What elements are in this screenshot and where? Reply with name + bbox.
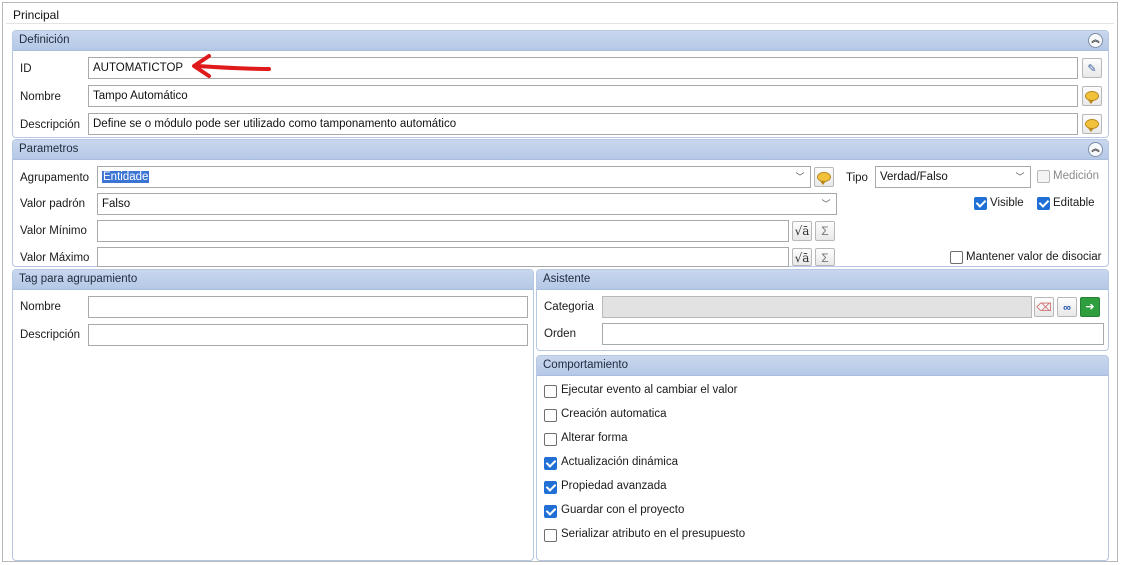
sqrt-formula-icon: √ā — [794, 224, 810, 238]
comportamiento-checkbox[interactable] — [544, 409, 557, 422]
id-action-button[interactable]: ✎ — [1082, 58, 1102, 78]
nombre-label: Nombre — [20, 91, 61, 103]
categoria-field[interactable] — [602, 296, 1032, 318]
valor-minimo-field[interactable] — [97, 220, 789, 242]
chevron-down-icon: ﹀ — [795, 172, 805, 182]
valor-maximo-field[interactable] — [97, 247, 789, 267]
comportamiento-item-label: Propiedad avanzada — [561, 480, 667, 492]
parametros-header-label: Parametros — [19, 143, 79, 155]
descripcion-label: Descripción — [20, 119, 81, 131]
tag-header-label: Tag para agrupamiento — [19, 273, 138, 285]
speech-bubble-icon — [1085, 91, 1099, 104]
id-value: AUTOMATICTOP — [93, 62, 184, 74]
mantener-checkbox[interactable] — [950, 251, 963, 264]
edit-wand-icon: ✎ — [1087, 63, 1097, 75]
tag-descripcion-label: Descripción — [20, 329, 81, 341]
main-window: Principal Definición ︽ ID AUTOMATICTOP ✎… — [2, 2, 1118, 562]
categoria-search-button[interactable]: ∞ — [1057, 297, 1077, 317]
categoria-go-button[interactable]: ➜ — [1080, 297, 1100, 317]
comportamiento-item-label: Alterar forma — [561, 432, 628, 444]
agrupamento-label: Agrupamento — [20, 172, 90, 184]
comportamiento-item-label: Ejecutar evento al cambiar el valor — [561, 384, 738, 396]
parametros-header: Parametros ︽ — [13, 140, 1108, 160]
parametros-panel: Parametros ︽ Agrupamento Entidade ﹀ Tipo… — [12, 139, 1109, 267]
asistente-panel: Asistente Categoria ⌫ ∞ ➜ Orden — [536, 269, 1109, 351]
asistente-header-label: Asistente — [543, 273, 591, 285]
valor-minimo-label: Valor Mínimo — [20, 225, 87, 237]
comportamiento-checkbox[interactable] — [544, 385, 557, 398]
tag-nombre-field[interactable] — [88, 296, 528, 318]
comportamiento-item-label: Actualización dinámica — [561, 456, 678, 468]
categoria-label: Categoria — [544, 301, 594, 313]
asistente-header: Asistente — [537, 270, 1108, 290]
sigma-icon: Σ — [821, 224, 829, 238]
tab-principal[interactable]: Principal — [13, 8, 59, 22]
valor-padron-label: Valor padrón — [20, 198, 85, 210]
agrupamento-value: Entidade — [102, 171, 150, 183]
eraser-icon: ⌫ — [1036, 302, 1052, 314]
tab-separator — [6, 23, 1114, 24]
annotation-arrow — [192, 54, 271, 78]
orden-label: Orden — [544, 328, 576, 340]
editable-checkbox[interactable] — [1037, 197, 1050, 210]
sigma-icon: Σ — [821, 251, 829, 265]
id-label: ID — [20, 63, 32, 75]
comportamiento-header: Comportamiento — [537, 356, 1108, 376]
orden-field[interactable] — [602, 323, 1104, 345]
tag-descripcion-field[interactable] — [88, 324, 528, 346]
descripcion-translate-button[interactable] — [1082, 114, 1102, 134]
nombre-translate-button[interactable] — [1082, 86, 1102, 106]
definicion-header-label: Definición — [19, 34, 70, 46]
sqrt-formula-icon: √ā — [794, 251, 810, 265]
valor-maximo-formula-button[interactable]: √ā — [792, 248, 812, 266]
descripcion-value: Define se o módulo pode ser utilizado co… — [93, 118, 457, 130]
comportamiento-checkbox[interactable] — [544, 529, 557, 542]
tag-nombre-label: Nombre — [20, 301, 61, 313]
comportamiento-item-label: Serializar atributo en el presupuesto — [561, 528, 746, 540]
valor-minimo-sum-button[interactable]: Σ — [815, 221, 835, 241]
valor-padron-select[interactable]: Falso ﹀ — [97, 193, 837, 215]
medicion-checkbox[interactable] — [1037, 170, 1050, 183]
descripcion-field[interactable]: Define se o módulo pode ser utilizado co… — [88, 113, 1078, 135]
definicion-header: Definición ︽ — [13, 31, 1108, 51]
comportamiento-item-label: Creación automatica — [561, 408, 667, 420]
nombre-field[interactable]: Tampo Automático — [88, 85, 1078, 107]
chevron-down-icon: ﹀ — [821, 199, 831, 209]
valor-minimo-formula-button[interactable]: √ā — [792, 221, 812, 241]
comportamiento-panel: Comportamiento Ejecutar evento al cambia… — [536, 355, 1109, 561]
medicion-label: Medición — [1053, 170, 1100, 182]
editable-label: Editable — [1053, 197, 1095, 209]
collapse-icon[interactable]: ︽ — [1088, 33, 1103, 48]
comportamiento-checkbox[interactable] — [544, 481, 557, 494]
comportamiento-checkbox[interactable] — [544, 457, 557, 470]
comportamiento-checkbox[interactable] — [544, 433, 557, 446]
comportamiento-header-label: Comportamiento — [543, 359, 629, 371]
agrupamento-select[interactable]: Entidade ﹀ — [97, 166, 811, 188]
tipo-label: Tipo — [846, 172, 868, 184]
green-arrow-icon: ➜ — [1085, 301, 1095, 313]
definicion-panel: Definición ︽ ID AUTOMATICTOP ✎ Nombre Ta… — [12, 30, 1109, 138]
visible-label: Visible — [990, 197, 1024, 209]
tipo-value: Verdad/Falso — [880, 171, 948, 183]
comportamiento-checkbox[interactable] — [544, 505, 557, 518]
tag-header: Tag para agrupamiento — [13, 270, 533, 290]
valor-padron-value: Falso — [102, 198, 131, 210]
valor-maximo-sum-button[interactable]: Σ — [815, 248, 835, 266]
collapse-icon[interactable]: ︽ — [1088, 142, 1103, 157]
mantener-label: Mantener valor de disociar — [966, 251, 1102, 263]
chevron-down-icon: ﹀ — [1015, 172, 1025, 182]
tipo-select[interactable]: Verdad/Falso ﹀ — [875, 166, 1031, 188]
agrupamento-translate-button[interactable] — [814, 167, 834, 187]
comportamiento-item-label: Guardar con el proyecto — [561, 504, 685, 516]
nombre-value: Tampo Automático — [93, 90, 188, 102]
visible-checkbox[interactable] — [974, 197, 987, 210]
speech-bubble-icon — [817, 172, 831, 185]
speech-bubble-icon — [1085, 119, 1099, 132]
categoria-clear-button[interactable]: ⌫ — [1034, 297, 1054, 317]
valor-maximo-label: Valor Máximo — [20, 252, 90, 264]
tag-panel: Tag para agrupamiento Nombre Descripción — [12, 269, 534, 561]
binoculars-icon: ∞ — [1063, 302, 1071, 314]
